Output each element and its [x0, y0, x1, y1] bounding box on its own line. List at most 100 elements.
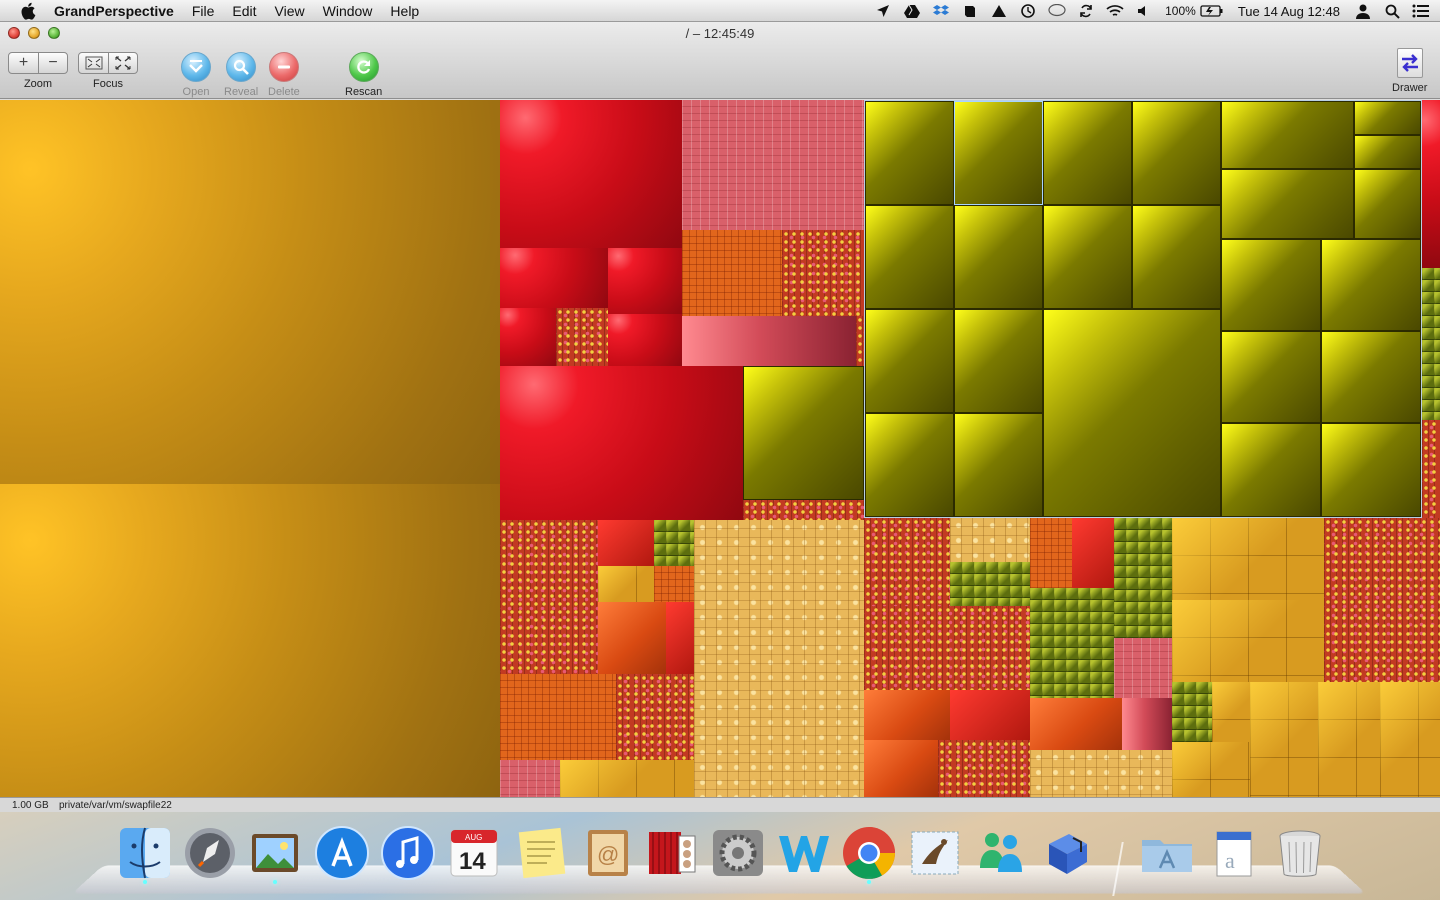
treemap-file-block[interactable]: [1221, 423, 1321, 517]
treemap-file-block[interactable]: [654, 520, 694, 566]
treemap-file-block[interactable]: [608, 314, 682, 366]
treemap-file-block[interactable]: [666, 602, 694, 674]
treemap-file-block[interactable]: [500, 674, 616, 760]
treemap-file-block[interactable]: [954, 413, 1043, 517]
treemap-file-block[interactable]: [743, 366, 864, 500]
treemap-file-block[interactable]: [950, 518, 1030, 562]
treemap-file-block[interactable]: [1172, 682, 1212, 742]
menu-file[interactable]: File: [192, 3, 215, 19]
treemap-file-block[interactable]: [0, 100, 500, 484]
treemap-file-block[interactable]: [1321, 423, 1421, 517]
menu-help[interactable]: Help: [390, 3, 419, 19]
treemap-view[interactable]: [0, 100, 1440, 797]
menu-window[interactable]: Window: [323, 3, 373, 19]
apple-menu-icon[interactable]: [20, 2, 38, 20]
treemap-file-block[interactable]: [1212, 682, 1250, 742]
location-arrow-icon[interactable]: [874, 3, 892, 19]
treemap-file-block[interactable]: [865, 101, 954, 205]
treemap-file-block[interactable]: [682, 230, 782, 316]
menu-view[interactable]: View: [275, 3, 305, 19]
app-store-icon[interactable]: [313, 822, 371, 884]
treemap-file-block[interactable]: [1380, 682, 1440, 797]
treemap-file-block[interactable]: [1172, 518, 1324, 600]
trash-icon[interactable]: [1271, 822, 1329, 884]
treemap-file-block[interactable]: [1354, 169, 1421, 239]
treemap-file-block[interactable]: [608, 248, 682, 314]
treemap-file-block[interactable]: [954, 205, 1043, 309]
chat-bubble-icon[interactable]: [1048, 3, 1066, 19]
treemap-file-block[interactable]: [950, 690, 1030, 740]
treemap-file-block[interactable]: [1030, 588, 1114, 698]
treemap-file-block[interactable]: [1132, 205, 1221, 309]
treemap-file-block[interactable]: [500, 248, 608, 308]
treemap-file-block[interactable]: [1072, 518, 1114, 588]
treemap-file-block[interactable]: [694, 520, 864, 797]
messenger-icon[interactable]: [972, 822, 1030, 884]
treemap-file-block[interactable]: [1030, 518, 1072, 588]
treemap-file-block[interactable]: [616, 674, 694, 760]
focus-in-button[interactable]: [79, 53, 108, 73]
book-icon[interactable]: [961, 3, 979, 19]
treemap-file-block[interactable]: [1321, 331, 1421, 423]
treemap-file-block[interactable]: [1250, 682, 1318, 797]
treemap-file-block[interactable]: [1221, 239, 1321, 331]
battery-percentage[interactable]: 100%: [1165, 4, 1196, 18]
treemap-file-block[interactable]: [1221, 331, 1321, 423]
treemap-file-block[interactable]: [1354, 135, 1421, 169]
treemap-file-block[interactable]: [864, 606, 1030, 690]
iphoto-icon[interactable]: [246, 822, 304, 884]
treemap-file-block[interactable]: [743, 500, 864, 520]
calendar-icon[interactable]: AUG 14: [445, 822, 503, 884]
treemap-file-block[interactable]: [500, 760, 560, 797]
applications-folder-icon[interactable]: [1138, 822, 1196, 884]
treemap-file-block[interactable]: [856, 316, 864, 366]
treemap-file-block[interactable]: [500, 366, 743, 520]
treemap-file-block[interactable]: [1422, 268, 1440, 420]
focus-out-button[interactable]: [108, 53, 137, 73]
menubar-clock[interactable]: Tue 14 Aug 12:48: [1238, 4, 1340, 19]
stickies-icon[interactable]: [513, 822, 571, 884]
treemap-file-block[interactable]: [500, 100, 682, 248]
treemap-file-block[interactable]: [1221, 169, 1354, 239]
treemap-file-block[interactable]: [864, 518, 950, 606]
treemap-file-block[interactable]: [0, 484, 500, 797]
reveal-toolbar-item[interactable]: Reveal: [224, 52, 258, 98]
treemap-file-block[interactable]: [864, 690, 950, 740]
treemap-file-block[interactable]: [950, 562, 1030, 606]
time-machine-icon[interactable]: [1019, 3, 1037, 19]
user-icon[interactable]: [1354, 3, 1372, 19]
treemap-file-block[interactable]: [598, 520, 654, 566]
treemap-file-block[interactable]: [682, 100, 864, 230]
treemap-file-block[interactable]: [865, 309, 954, 413]
finder-icon[interactable]: [116, 822, 174, 884]
treemap-file-block[interactable]: [598, 566, 654, 602]
drive-sync-icon[interactable]: [990, 3, 1008, 19]
treemap-selected-file-block[interactable]: [954, 101, 1043, 205]
wifi-icon[interactable]: [1106, 3, 1124, 19]
treemap-file-block[interactable]: [1114, 518, 1172, 638]
treemap-file-block[interactable]: [864, 740, 938, 797]
treemap-file-block[interactable]: [1043, 309, 1221, 517]
sync-icon[interactable]: [1077, 3, 1095, 19]
treemap-file-block[interactable]: [1172, 600, 1324, 682]
treemap-file-block[interactable]: [500, 308, 556, 366]
treemap-folder-block[interactable]: [864, 100, 1422, 518]
launchpad-icon[interactable]: [181, 822, 239, 884]
treemap-file-block[interactable]: [1321, 239, 1421, 331]
treemap-file-block[interactable]: [560, 760, 694, 797]
treemap-file-block[interactable]: [1422, 100, 1440, 268]
treemap-file-block[interactable]: [865, 413, 954, 517]
blue-box-icon[interactable]: [1039, 822, 1097, 884]
dropbox-icon[interactable]: [932, 3, 950, 19]
spotlight-search-icon[interactable]: [1383, 3, 1401, 19]
treemap-file-block[interactable]: [1114, 638, 1172, 698]
treemap-file-block[interactable]: [1132, 101, 1221, 205]
notification-center-icon[interactable]: [1412, 3, 1430, 19]
address-book-icon[interactable]: @: [578, 822, 636, 884]
treemap-file-block[interactable]: [1030, 750, 1172, 797]
treemap-file-block[interactable]: [682, 316, 856, 366]
treemap-file-block[interactable]: [598, 602, 666, 674]
volume-icon[interactable]: [1135, 3, 1153, 19]
treemap-file-block[interactable]: [954, 309, 1043, 413]
system-preferences-icon[interactable]: [709, 822, 767, 884]
